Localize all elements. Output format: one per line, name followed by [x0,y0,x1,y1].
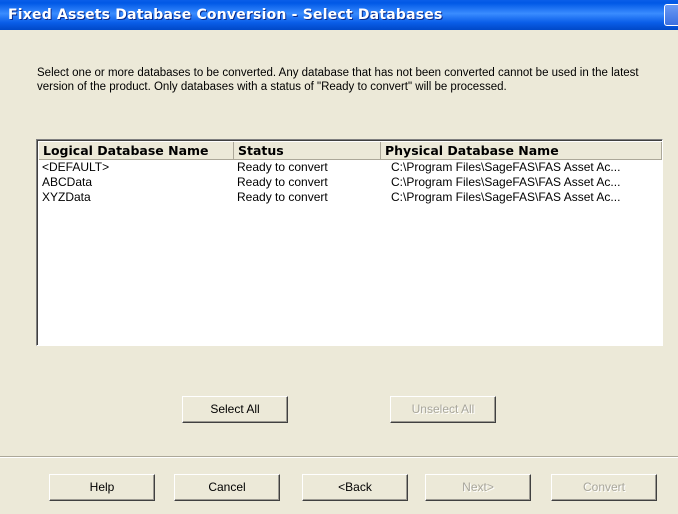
close-icon[interactable] [664,4,678,26]
table-row[interactable]: <DEFAULT> Ready to convert C:\Program Fi… [39,160,662,175]
logical-name-cell: ABCData [42,175,93,189]
cancel-button[interactable]: Cancel [174,474,280,501]
button-separator [0,456,678,458]
physical-name-cell: C:\Program Files\SageFAS\FAS Asset Ac... [391,160,621,174]
help-button[interactable]: Help [49,474,155,501]
next-button[interactable]: Next> [425,474,531,501]
list-header: Logical Database Name Status Physical Da… [39,142,662,160]
unselect-all-button[interactable]: Unselect All [390,396,496,423]
table-row[interactable]: ABCData Ready to convert C:\Program File… [39,175,662,190]
database-list[interactable]: Logical Database Name Status Physical Da… [36,139,663,346]
convert-button[interactable]: Convert [551,474,657,501]
status-cell: Ready to convert [237,190,328,204]
physical-name-cell: C:\Program Files\SageFAS\FAS Asset Ac... [391,175,621,189]
column-header-status[interactable]: Status [234,142,381,160]
title-bar: Fixed Assets Database Conversion - Selec… [0,0,678,30]
table-row[interactable]: XYZData Ready to convert C:\Program File… [39,190,662,205]
window-title: Fixed Assets Database Conversion - Selec… [8,7,443,23]
select-all-button[interactable]: Select All [182,396,288,423]
column-header-physical-name[interactable]: Physical Database Name [381,142,662,160]
back-button[interactable]: <Back [302,474,408,501]
logical-name-cell: XYZData [42,190,91,204]
logical-name-cell: <DEFAULT> [42,160,110,174]
physical-name-cell: C:\Program Files\SageFAS\FAS Asset Ac... [391,190,621,204]
status-cell: Ready to convert [237,160,328,174]
column-header-logical-name[interactable]: Logical Database Name [39,142,234,160]
status-cell: Ready to convert [237,175,328,189]
instructions-text: Select one or more databases to be conve… [37,67,639,93]
